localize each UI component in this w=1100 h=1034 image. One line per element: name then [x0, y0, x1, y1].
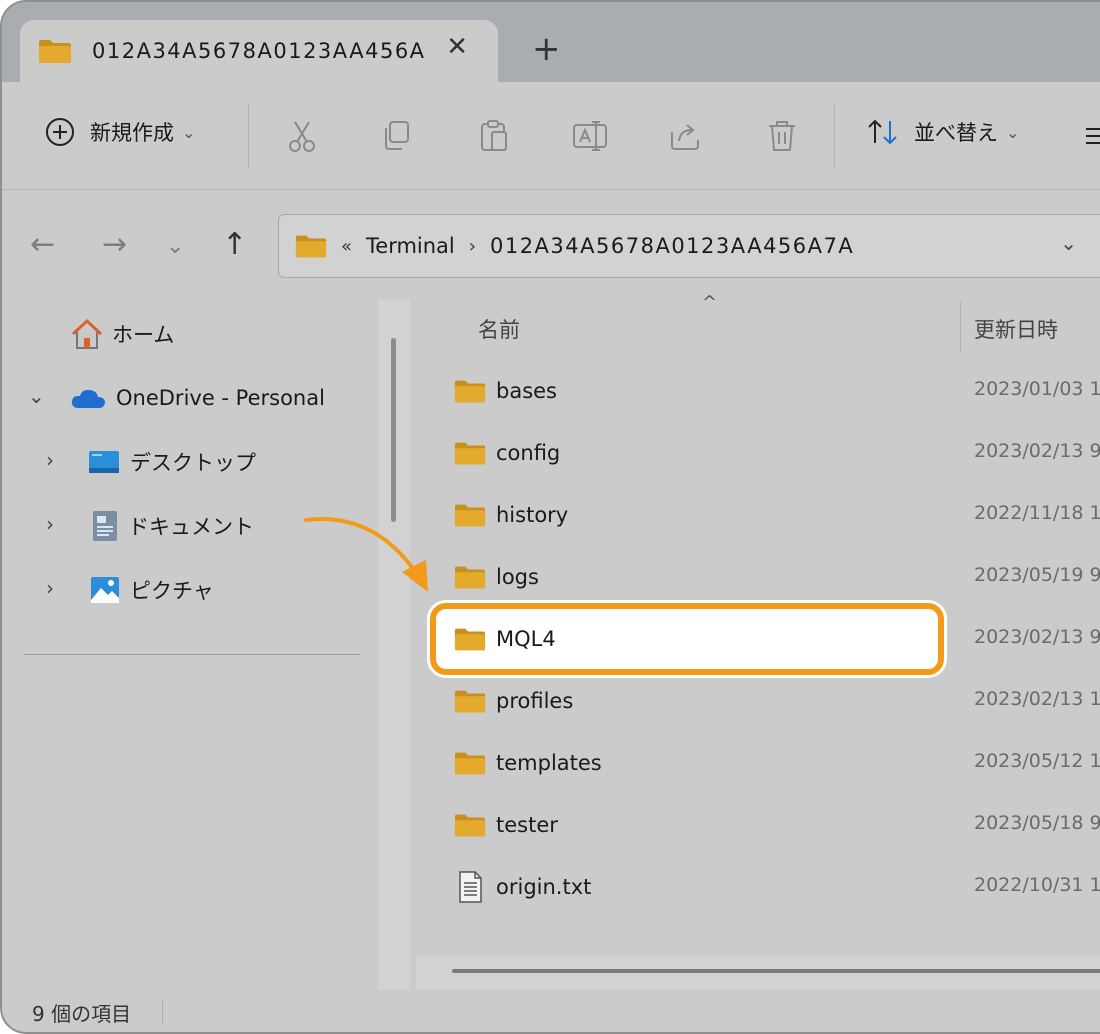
sort-button-label: 並べ替え [914, 121, 998, 145]
file-modified-date: 2023/01/03 1 [974, 378, 1100, 400]
back-button[interactable]: ← [30, 230, 55, 260]
file-modified-date: 2022/11/18 1 [974, 502, 1100, 524]
sidebar-item-pictures[interactable]: ピクチャ [90, 570, 214, 610]
home-icon [71, 318, 103, 349]
file-name: profiles [496, 689, 574, 713]
new-tab-button[interactable]: + [532, 32, 561, 66]
delete-icon[interactable] [762, 116, 802, 156]
expand-chevron-icon[interactable]: › [46, 576, 54, 600]
view-menu-icon[interactable] [1082, 116, 1100, 156]
folder-icon [454, 814, 486, 837]
tab-title: 012A34A5678A0123AA456A [92, 39, 426, 63]
expand-chevron-icon[interactable]: › [46, 512, 54, 536]
horizontal-scrollbar[interactable] [416, 956, 1100, 990]
breadcrumb-current[interactable]: 012A34A5678A0123AA456A7A [490, 234, 854, 258]
annotation-arrow-icon [304, 517, 428, 592]
breadcrumb-overflow[interactable]: « [341, 236, 352, 257]
file-name: origin.txt [496, 875, 592, 899]
file-modified-date: 2022/10/31 1 [974, 874, 1100, 896]
address-dropdown-icon[interactable]: ⌄ [1060, 231, 1077, 255]
sidebar-scrollbar-thumb[interactable] [391, 338, 396, 522]
toolbar-separator [248, 104, 249, 168]
list-item-highlighted[interactable]: MQL4 [430, 603, 944, 675]
sidebar-item-documents[interactable]: ドキュメント [92, 506, 254, 546]
file-modified-date: 2023/02/13 9 [974, 440, 1100, 462]
folder-icon [454, 380, 486, 403]
column-header-name[interactable]: 名前 [478, 314, 520, 344]
navigation-pane: ホーム ⌄ OneDrive - Personal › デスクトップ › ドキュ… [2, 298, 378, 988]
folder-icon [454, 690, 486, 713]
folder-icon [295, 235, 327, 258]
sidebar-item-label: OneDrive - Personal [116, 386, 325, 410]
pictures-icon [91, 577, 119, 603]
share-icon[interactable] [666, 116, 706, 156]
toolbar-separator [834, 104, 835, 168]
new-button[interactable]: 新規作成 ⌄ [44, 116, 195, 148]
sort-ascending-icon: ^ [702, 292, 718, 313]
new-button-label: 新規作成 [90, 121, 174, 145]
folder-icon [454, 566, 486, 589]
file-modified-date: 2023/02/13 9 [974, 626, 1100, 648]
up-button[interactable]: ↑ [222, 230, 247, 260]
sidebar-divider [24, 654, 360, 655]
copy-icon[interactable] [378, 116, 418, 156]
collapse-chevron-icon[interactable]: ⌄ [28, 384, 45, 408]
folder-icon [454, 628, 486, 651]
folder-icon [39, 40, 71, 63]
sidebar-item-label: ピクチャ [130, 579, 214, 603]
command-bar: 新規作成 ⌄ 並べ替え ⌄ [2, 82, 1100, 190]
column-separator[interactable] [960, 302, 961, 352]
sidebar-item-label: デスクトップ [130, 451, 256, 475]
document-icon [93, 511, 117, 541]
paste-icon[interactable] [474, 116, 514, 156]
chevron-down-icon: ⌄ [1006, 122, 1020, 142]
file-name: templates [496, 751, 602, 775]
file-modified-date: 2023/02/13 1 [974, 688, 1100, 710]
status-separator [162, 1000, 163, 1024]
sidebar-item-onedrive[interactable]: OneDrive - Personal [70, 378, 325, 418]
expand-chevron-icon[interactable]: › [46, 448, 54, 472]
item-count: 9 個の項目 [32, 1002, 132, 1026]
folder-icon [454, 442, 486, 465]
title-bar: 012A34A5678A0123AA456A ✕ + [2, 2, 1100, 82]
recent-locations-button[interactable]: ⌄ [166, 236, 184, 258]
forward-button[interactable]: → [102, 230, 127, 260]
folder-icon [454, 504, 486, 527]
file-modified-date: 2023/05/19 9 [974, 564, 1100, 586]
sidebar-item-label: ドキュメント [128, 515, 254, 539]
sidebar-item-home[interactable]: ホーム [70, 314, 174, 354]
cut-icon[interactable] [282, 116, 322, 156]
text-file-icon [459, 871, 482, 903]
desktop-icon [89, 451, 119, 473]
sort-button[interactable]: 並べ替え ⌄ [866, 116, 1019, 148]
chevron-down-icon: ⌄ [182, 122, 196, 142]
file-name: MQL4 [496, 627, 556, 651]
sort-icon [868, 119, 897, 145]
file-name: logs [496, 565, 539, 589]
onedrive-cloud-icon [71, 389, 105, 408]
tab-active[interactable]: 012A34A5678A0123AA456A ✕ [20, 20, 498, 82]
column-header-date[interactable]: 更新日時 [974, 314, 1058, 344]
file-name: tester [496, 813, 558, 837]
rename-icon[interactable] [570, 116, 610, 156]
file-name: bases [496, 379, 558, 403]
breadcrumb-terminal[interactable]: Terminal [366, 234, 455, 258]
horizontal-scrollbar-thumb[interactable] [452, 969, 1100, 973]
file-modified-date: 2023/05/18 9 [974, 812, 1100, 834]
add-circle-icon [46, 118, 74, 146]
sidebar-item-desktop[interactable]: デスクトップ [88, 442, 256, 482]
explorer-window: 012A34A5678A0123AA456A ✕ + 新規作成 ⌄ 並べ替え ⌄… [0, 0, 1100, 1034]
file-name: config [496, 441, 561, 465]
close-tab-icon[interactable]: ✕ [446, 34, 468, 60]
file-name: history [496, 503, 569, 527]
folder-icon [454, 752, 486, 775]
sidebar-item-label: ホーム [112, 323, 175, 347]
file-modified-date: 2023/05/12 1 [974, 750, 1100, 772]
breadcrumb-separator[interactable]: › [469, 236, 476, 257]
status-bar: 9 個の項目 [2, 990, 1100, 1032]
address-bar[interactable]: « Terminal › 012A34A5678A0123AA456A7A ⌄ [278, 214, 1100, 278]
